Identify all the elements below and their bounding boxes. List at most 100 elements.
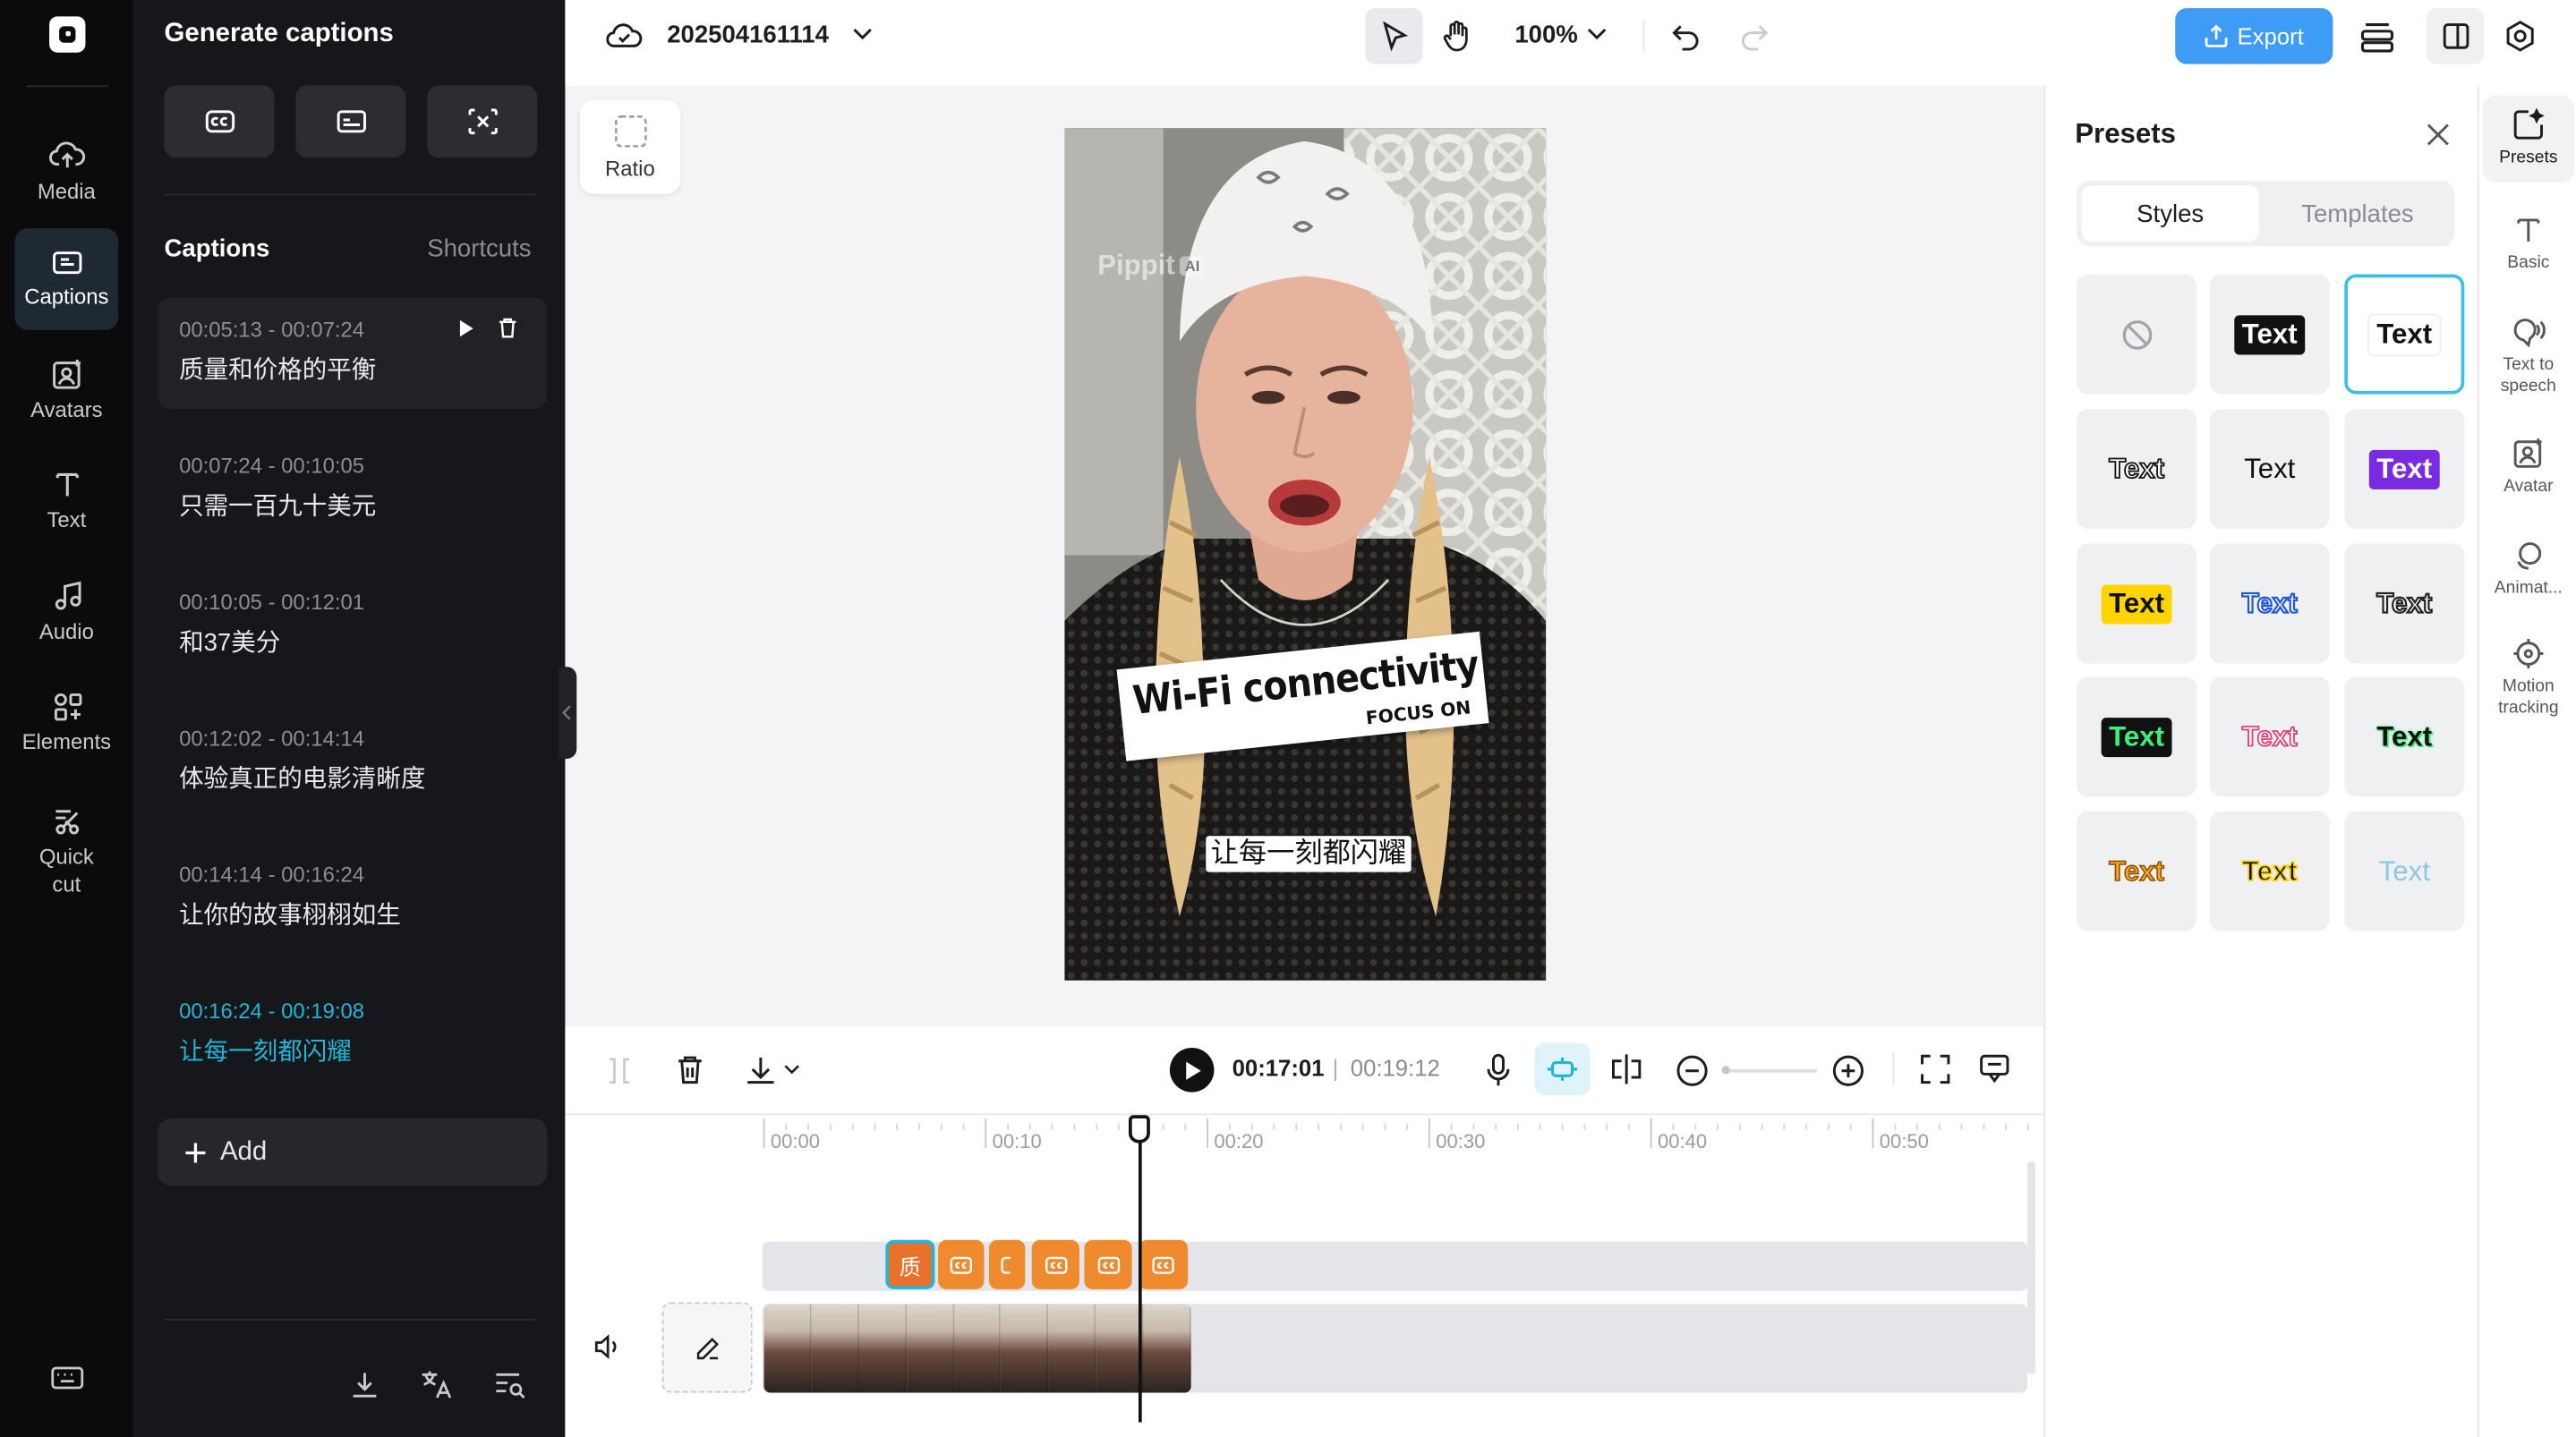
style-preset[interactable]: Text [2209, 811, 2330, 931]
tab-templates[interactable]: Templates [2265, 185, 2450, 241]
fullscreen-icon[interactable] [1921, 1054, 1950, 1084]
shortcuts-link[interactable]: Shortcuts [427, 234, 531, 262]
pippit-logo[interactable] [49, 16, 86, 53]
caption-item[interactable]: 00:12:02 - 00:14:14 体验真正的电影清晰度 [158, 706, 547, 818]
zoom-level[interactable]: 100% [1514, 21, 1577, 49]
right-rail-avatar[interactable]: Avatar [2482, 437, 2574, 497]
caption-text[interactable]: 和37美分 [179, 624, 525, 659]
style-preset[interactable]: Text [2344, 409, 2465, 530]
caption-clip-selected[interactable]: 质 [885, 1239, 935, 1289]
rail-item-avatars[interactable]: Avatars [15, 340, 119, 442]
play-icon[interactable] [456, 319, 474, 338]
trash-icon[interactable] [498, 317, 517, 338]
style-preset[interactable]: Text [2077, 811, 2197, 931]
right-rail-animation[interactable]: Animat... [2482, 539, 2574, 599]
rail-item-audio[interactable]: Audio [15, 562, 119, 664]
subtitle-style-button[interactable] [295, 85, 406, 158]
style-preset[interactable]: Text [2344, 543, 2465, 664]
settings-icon[interactable] [2503, 20, 2537, 53]
cover-edit-button[interactable] [661, 1302, 753, 1393]
rail-item-captions[interactable]: Captions [14, 228, 119, 330]
recognize-button[interactable] [427, 85, 538, 158]
rail-item-media[interactable]: Media [15, 122, 119, 224]
caption-item[interactable]: 00:05:13 - 00:07:24 质量和价格的平衡 [158, 297, 548, 410]
caption-text[interactable]: 让你的故事栩栩如生 [179, 897, 525, 931]
toggle-panel-button[interactable] [2427, 8, 2485, 64]
download-icon[interactable] [744, 1054, 777, 1085]
caption-text[interactable]: 只需一百九十美元 [179, 488, 525, 523]
undo-icon[interactable] [1671, 21, 1701, 51]
add-caption-button[interactable]: Add [158, 1118, 548, 1186]
play-button[interactable] [1169, 1048, 1215, 1093]
zoom-out-icon[interactable] [1676, 1054, 1709, 1087]
caption-text[interactable]: 质量和价格的平衡 [179, 352, 525, 387]
zoom-in-icon[interactable] [1832, 1054, 1865, 1087]
video-preview[interactable]: Pippit AI Wi-Fi connectivity FOCUS ON 让每… [1064, 128, 1547, 981]
right-rail-tts[interactable]: Text to speech [2482, 315, 2574, 397]
trash-icon[interactable] [675, 1054, 704, 1085]
project-name[interactable]: 202504161114 [667, 21, 829, 49]
cloud-sync-icon[interactable] [606, 21, 643, 51]
caption-text[interactable]: 体验真正的电影清晰度 [179, 761, 525, 795]
caption-clip[interactable] [988, 1239, 1026, 1289]
chevron-down-icon[interactable] [853, 28, 873, 41]
style-preset[interactable]: Text [2344, 676, 2465, 797]
rail-item-text[interactable]: Text [15, 450, 119, 552]
style-preset[interactable]: Text [2209, 543, 2330, 664]
style-preset[interactable]: Text [2209, 409, 2330, 530]
hand-tool-button[interactable] [1428, 8, 1485, 64]
rail-item-elements[interactable]: Elements [15, 672, 119, 774]
playhead[interactable] [1139, 1117, 1142, 1423]
collapse-panel-handle[interactable] [559, 667, 577, 760]
style-preset[interactable]: Text [2077, 676, 2197, 797]
style-preset[interactable]: Text [2209, 676, 2330, 797]
zoom-slider[interactable] [1725, 1068, 1818, 1073]
caption-item[interactable]: 00:14:14 - 00:16:24 让你的故事栩栩如生 [158, 843, 547, 955]
video-subtitle[interactable]: 让每一刻都闪耀 [1206, 836, 1412, 872]
right-rail-motion-tracking[interactable]: Motion tracking [2482, 637, 2574, 719]
redo-icon[interactable] [1740, 21, 1770, 51]
timeline-scrollbar[interactable] [2027, 1161, 2036, 1375]
download-icon[interactable] [350, 1370, 380, 1399]
export-button[interactable]: Export [2175, 8, 2333, 64]
video-thumbnail [953, 1304, 1002, 1393]
translate-icon[interactable] [419, 1368, 454, 1401]
caption-item-current[interactable]: 00:16:24 - 00:19:08 让每一刻都闪耀 [158, 979, 547, 1091]
zoom-slider-thumb[interactable] [1721, 1066, 1730, 1075]
playhead-handle[interactable] [1128, 1115, 1150, 1144]
style-preset-selected[interactable]: Text [2344, 274, 2465, 395]
caption-clip[interactable] [1084, 1239, 1132, 1289]
panel-title: Generate captions [164, 20, 394, 48]
caption-clip[interactable] [1139, 1239, 1189, 1289]
caption-text[interactable]: 让每一刻都闪耀 [179, 1033, 525, 1068]
style-preset[interactable]: Text [2077, 543, 2197, 664]
split-icon[interactable] [1610, 1053, 1643, 1086]
style-preset[interactable]: Text [2077, 409, 2197, 530]
caption-item[interactable]: 00:10:05 - 00:12:01 和37美分 [158, 570, 547, 682]
rail-item-quick-cut[interactable]: Quick cut [15, 794, 119, 908]
keyboard-icon[interactable] [51, 1365, 84, 1390]
zoom-chevron-icon[interactable] [1587, 28, 1607, 41]
select-tool-button[interactable] [1365, 8, 1423, 64]
auto-captions-button[interactable] [164, 85, 275, 158]
right-rail-presets[interactable]: Presets [2482, 95, 2575, 183]
video-clip[interactable] [763, 1304, 1191, 1393]
split-trim-icon[interactable] [604, 1056, 634, 1085]
ratio-button[interactable]: Ratio [579, 99, 680, 194]
close-icon[interactable] [2427, 123, 2450, 147]
caption-clip[interactable] [938, 1239, 985, 1289]
style-preset[interactable]: Text [2209, 274, 2330, 395]
feedback-icon[interactable] [1978, 1053, 2011, 1084]
caption-clip[interactable] [1031, 1239, 1079, 1289]
style-preset[interactable]: Text [2344, 811, 2465, 931]
style-none[interactable] [2077, 274, 2197, 395]
chevron-down-icon[interactable] [784, 1064, 800, 1076]
search-list-icon[interactable] [493, 1370, 526, 1399]
caption-item[interactable]: 00:07:24 - 00:10:05 只需一百九十美元 [158, 434, 547, 546]
layers-icon[interactable] [2359, 20, 2395, 53]
right-rail-basic[interactable]: Basic [2482, 214, 2574, 275]
magnet-snap-button[interactable] [1534, 1042, 1591, 1096]
volume-icon[interactable] [593, 1333, 623, 1360]
microphone-icon[interactable] [1485, 1053, 1511, 1088]
tab-styles[interactable]: Styles [2081, 185, 2259, 242]
